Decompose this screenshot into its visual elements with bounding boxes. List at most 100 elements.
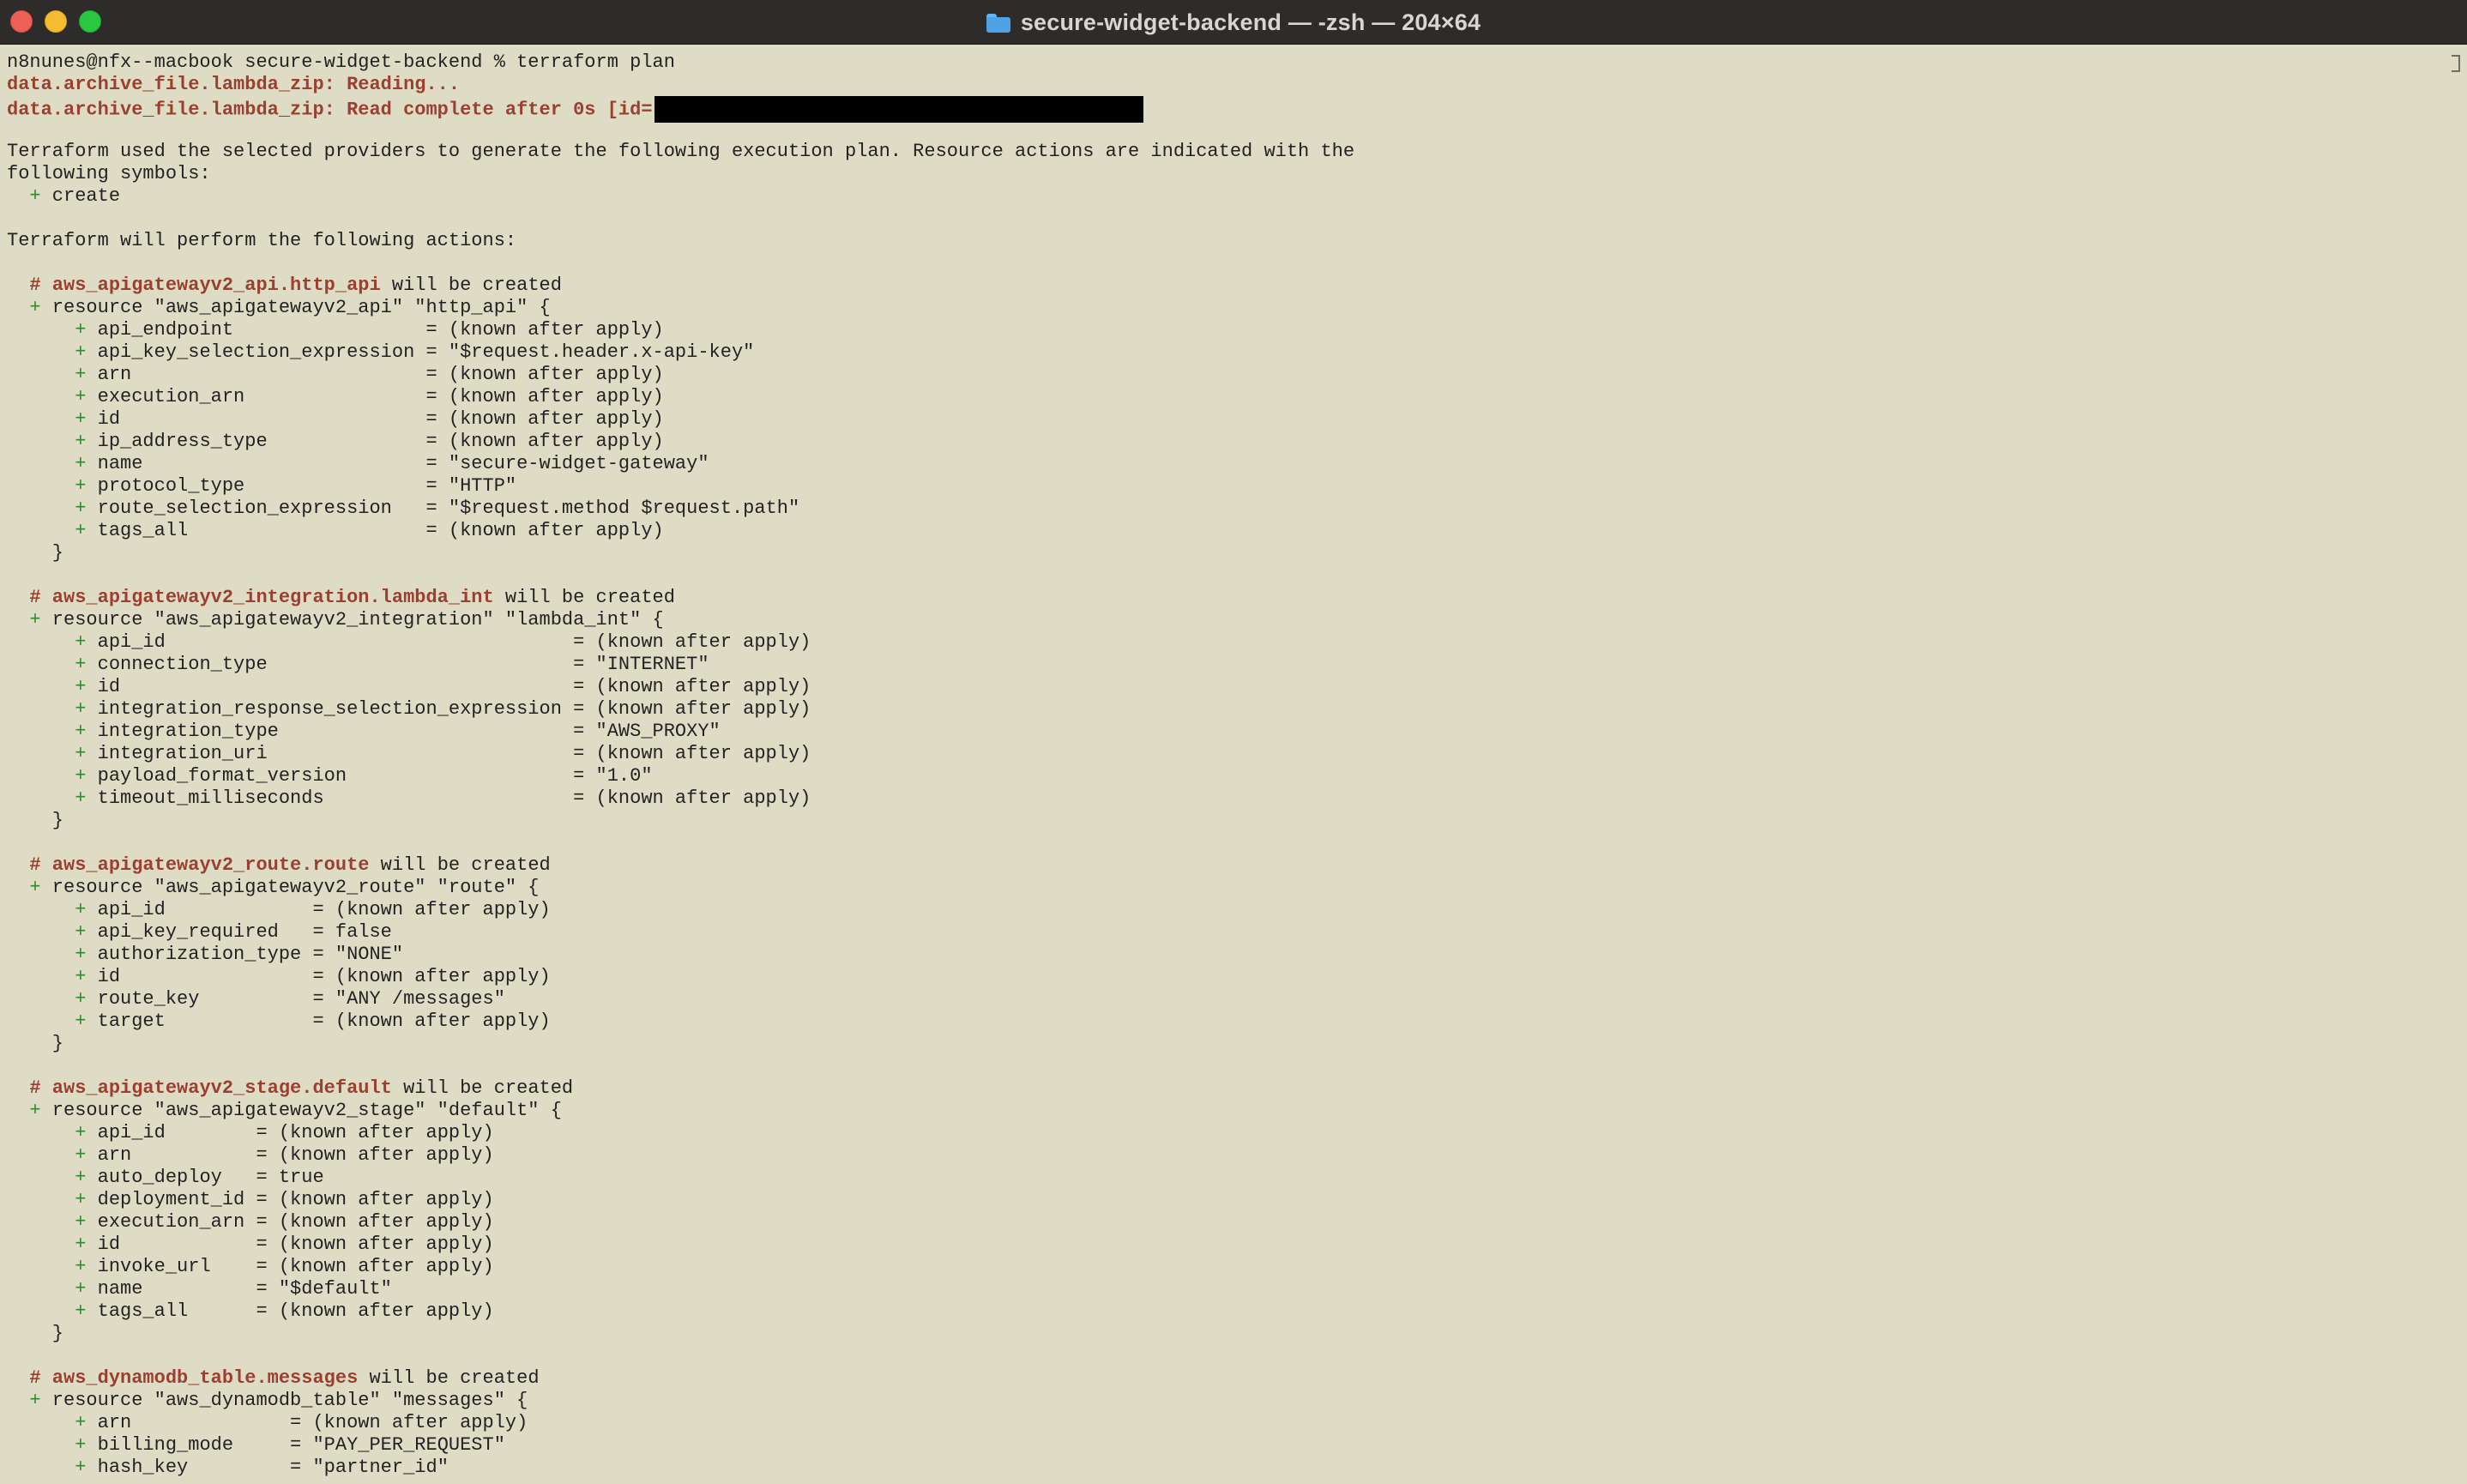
terminal-text-segment: api_id = (known after apply)	[86, 631, 811, 653]
terminal-line: }	[7, 1323, 2458, 1345]
terminal-text-segment: +	[29, 185, 41, 207]
terminal-line: + invoke_url = (known after apply)	[7, 1256, 2458, 1278]
terminal-text-segment: resource "aws_apigatewayv2_integration" …	[40, 609, 664, 630]
terminal-text-segment: #	[29, 1077, 41, 1099]
terminal-line: + arn = (known after apply)	[7, 1412, 2458, 1434]
terminal-text-segment: id = (known after apply)	[86, 1234, 494, 1255]
terminal-line: + create	[7, 185, 2458, 208]
terminal-line: + api_endpoint = (known after apply)	[7, 319, 2458, 341]
folder-icon	[986, 14, 1010, 33]
terminal-text-segment: +	[75, 1434, 87, 1456]
terminal-text-segment: +	[75, 1457, 87, 1478]
terminal-text-segment: route_key = "ANY /messages"	[86, 988, 505, 1010]
terminal-text-segment: +	[75, 520, 87, 541]
terminal-text-segment: id = (known after apply)	[86, 408, 664, 430]
terminal-line: + resource "aws_apigatewayv2_integration…	[7, 609, 2458, 631]
terminal-text-segment: +	[75, 721, 87, 742]
terminal-text-segment: +	[75, 743, 87, 764]
terminal-text-segment: authorization_type = "NONE"	[86, 944, 404, 965]
terminal-line: + api_id = (known after apply)	[7, 899, 2458, 921]
terminal-text-segment: +	[75, 1300, 87, 1322]
terminal-text-segment: +	[75, 966, 87, 987]
terminal-line: n8nunes@nfx--macbook secure-widget-backe…	[7, 51, 2458, 74]
terminal-line: # aws_apigatewayv2_integration.lambda_in…	[7, 587, 2458, 609]
terminal-line: # aws_dynamodb_table.messages will be cr…	[7, 1367, 2458, 1390]
terminal-line: following symbols:	[7, 163, 2458, 185]
terminal-text-segment: integration_uri = (known after apply)	[86, 743, 811, 764]
terminal-line: + name = "secure-widget-gateway"	[7, 453, 2458, 475]
terminal-text-segment: timeout_milliseconds = (known after appl…	[86, 787, 811, 809]
terminal-text-segment: protocol_type = "HTTP"	[86, 475, 517, 497]
terminal-line: + protocol_type = "HTTP"	[7, 475, 2458, 498]
terminal-text-segment: }	[7, 810, 64, 831]
terminal-line: + integration_type = "AWS_PROXY"	[7, 721, 2458, 743]
terminal-line: + name = "$default"	[7, 1278, 2458, 1300]
terminal-line: + id = (known after apply)	[7, 1234, 2458, 1256]
terminal-text-segment: route_selection_expression = "$request.m…	[86, 498, 800, 519]
terminal-text-segment: data.archive_file.lambda_zip: Read compl…	[7, 99, 653, 121]
terminal-text-segment: +	[75, 921, 87, 943]
terminal-window: secure-widget-backend — -zsh — 204×64 n8…	[0, 0, 2467, 1484]
terminal-output-area[interactable]: n8nunes@nfx--macbook secure-widget-backe…	[0, 45, 2467, 1484]
terminal-line: + resource "aws_apigatewayv2_stage" "def…	[7, 1100, 2458, 1122]
terminal-text-segment: create	[40, 185, 121, 207]
terminal-text-segment: following symbols:	[7, 163, 211, 184]
terminal-text-segment: +	[75, 1412, 87, 1433]
window-title: secure-widget-backend — -zsh — 204×64	[1020, 9, 1481, 35]
terminal-line: + deployment_id = (known after apply)	[7, 1189, 2458, 1211]
terminal-text-segment: resource "aws_apigatewayv2_route" "route…	[40, 877, 540, 898]
terminal-text-segment: name = "secure-widget-gateway"	[86, 453, 709, 474]
terminal-line: + integration_uri = (known after apply)	[7, 743, 2458, 765]
terminal-line: + id = (known after apply)	[7, 676, 2458, 698]
terminal-text-segment: +	[75, 498, 87, 519]
terminal-text-segment: #	[29, 1367, 41, 1389]
terminal-text-segment: integration_type = "AWS_PROXY"	[86, 721, 721, 742]
terminal-text-segment: hash_key = "partner_id"	[86, 1457, 449, 1478]
terminal-text-segment: will be created	[358, 1367, 540, 1389]
terminal-text-segment: resource "aws_dynamodb_table" "messages"…	[40, 1390, 528, 1411]
terminal-text-segment: Terraform will perform the following act…	[7, 230, 517, 251]
terminal-text-segment: connection_type = "INTERNET"	[86, 654, 709, 675]
terminal-text-segment: +	[75, 453, 87, 474]
terminal-line: + payload_format_version = "1.0"	[7, 765, 2458, 787]
terminal-text-segment: +	[75, 1189, 87, 1210]
terminal-line: + api_id = (known after apply)	[7, 631, 2458, 654]
terminal-text-segment: +	[75, 787, 87, 809]
terminal-line: + integration_response_selection_express…	[7, 698, 2458, 721]
terminal-line: + ip_address_type = (known after apply)	[7, 431, 2458, 453]
terminal-text-segment: arn = (known after apply)	[86, 1412, 528, 1433]
terminal-line: # aws_apigatewayv2_route.route will be c…	[7, 854, 2458, 877]
terminal-text-segment: id = (known after apply)	[86, 676, 811, 697]
terminal-line: }	[7, 542, 2458, 564]
terminal-text-segment: invoke_url = (known after apply)	[86, 1256, 494, 1277]
terminal-text-segment: +	[75, 1211, 87, 1233]
terminal-text-segment: +	[75, 631, 87, 653]
terminal-text-segment: +	[75, 899, 87, 920]
terminal-text-segment: +	[75, 475, 87, 497]
terminal-text-segment: aws_apigatewayv2_api.http_api	[40, 274, 381, 296]
terminal-text-segment: #	[29, 587, 41, 608]
terminal-line: + execution_arn = (known after apply)	[7, 386, 2458, 408]
terminal-text-segment: +	[75, 988, 87, 1010]
terminal-text-segment: target = (known after apply)	[86, 1010, 551, 1032]
terminal-line: + tags_all = (known after apply)	[7, 1300, 2458, 1323]
terminal-line: + authorization_type = "NONE"	[7, 944, 2458, 966]
